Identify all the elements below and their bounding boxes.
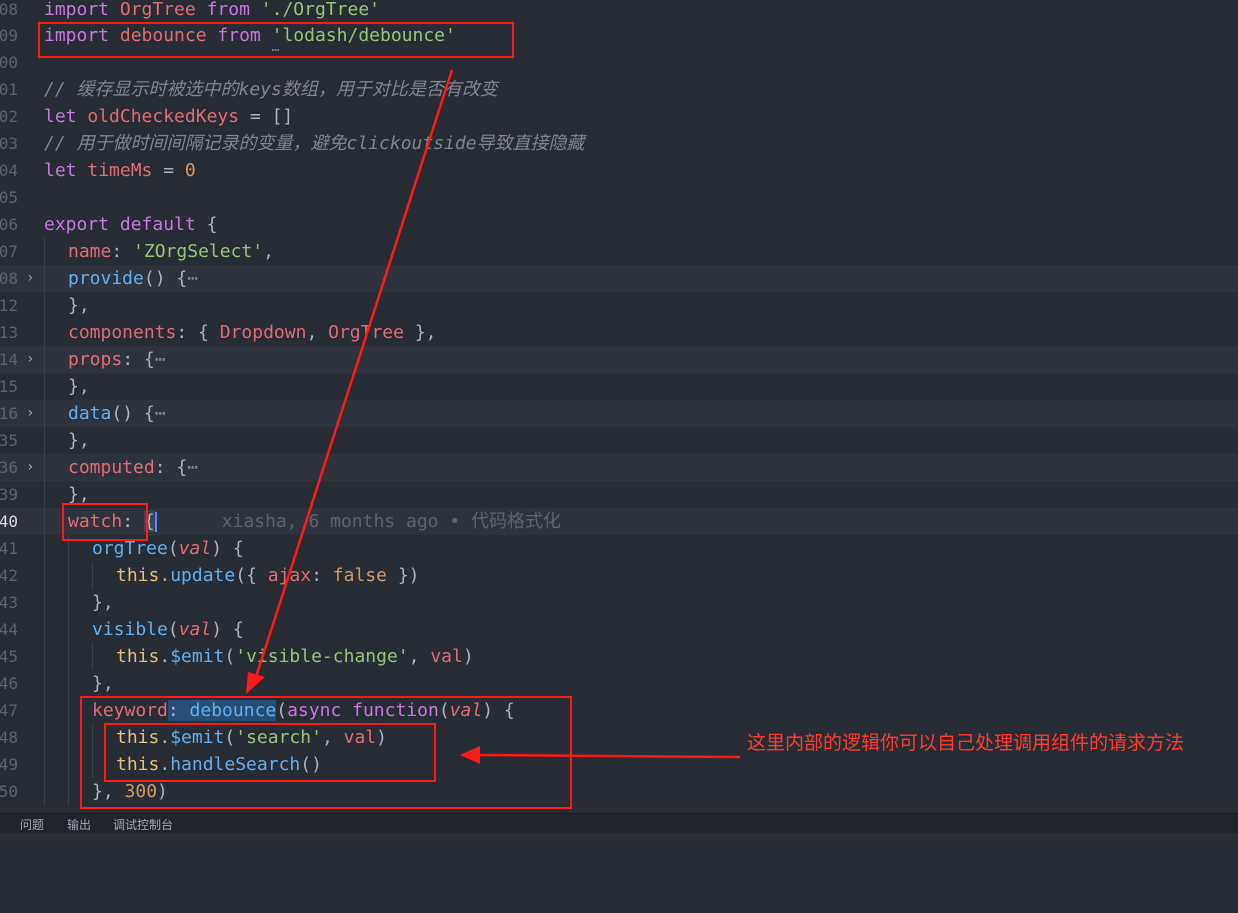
annotation-arrows [246,69,741,764]
annotation-note: 这里内部的逻辑你可以自己处理调用组件的请求方法 [747,732,1185,754]
